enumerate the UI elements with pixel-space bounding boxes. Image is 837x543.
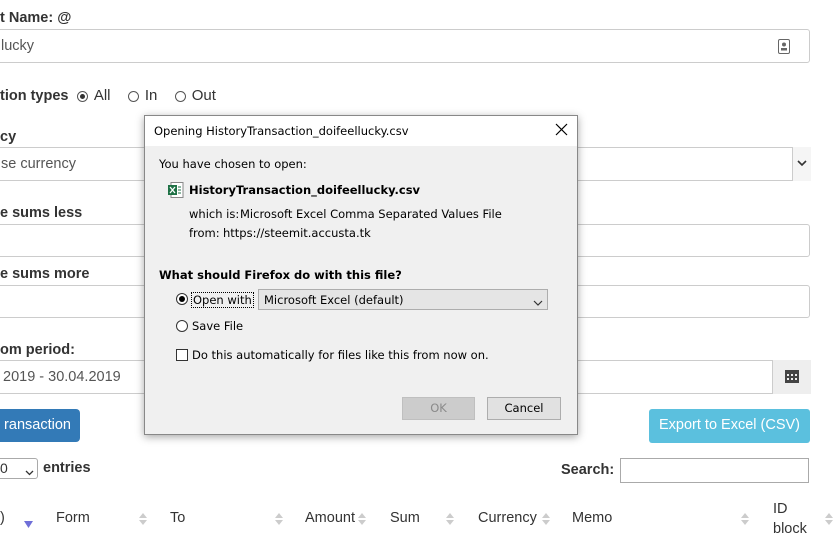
type-in-label: In [144,87,158,104]
sort-icon[interactable] [825,512,833,526]
sort-icon[interactable] [275,512,283,526]
dialog-question: What should Firefox do with this file? [159,268,402,282]
sort-icon[interactable] [741,512,749,526]
entries-label: entries [43,460,91,476]
auto-label[interactable]: Do this automatically for files like thi… [192,348,489,362]
sort-icon[interactable] [358,512,366,526]
chosen-text: You have chosen to open: [159,157,307,171]
sort-icon[interactable] [446,512,454,526]
save-file-label[interactable]: Save File [192,319,243,333]
open-with-label[interactable]: Open with [191,292,254,308]
type-out-radio[interactable] [174,91,186,102]
period-label: om period: [0,342,75,358]
account-name-label: t Name: @ [0,10,72,26]
from-value: https://steemit.accusta.tk [223,226,371,240]
open-with-radio[interactable] [176,293,188,305]
column-header-to[interactable]: To [170,510,185,526]
chevron-down-icon [25,464,34,481]
excel-file-icon [168,182,184,201]
currency-label: cy [0,129,17,145]
sums-less-label: e sums less [0,205,83,221]
from-label: from: [189,226,220,240]
type-all-radio[interactable] [76,91,88,102]
entries-value: 0 [0,460,8,476]
export-excel-button[interactable]: Export to Excel (CSV) [649,409,810,443]
chevron-down-icon [533,296,543,310]
account-name-value: lucky [1,38,35,54]
which-is-value: Microsoft Excel Comma Separated Values F… [240,207,502,221]
column-header-memo[interactable]: Memo [572,510,612,526]
column-header-block: block [773,521,807,537]
search-input[interactable] [620,458,809,483]
open-with-app-value: Microsoft Excel (default) [264,293,404,307]
column-header-amount[interactable]: Amount [305,510,355,526]
close-icon[interactable] [555,123,568,139]
which-is-label: which is: [189,207,240,221]
column-header-partial[interactable]: ) [0,510,5,526]
contact-card-icon [778,39,790,58]
period-value: 2019 - 30.04.2019 [3,369,121,385]
sort-desc-icon[interactable] [24,516,33,533]
dialog-titlebar: Opening HistoryTransaction_doifeellucky.… [145,116,577,146]
dialog-title: Opening HistoryTransaction_doifeellucky.… [154,124,409,138]
search-label: Search: [561,462,615,478]
ok-button[interactable]: OK [402,397,475,420]
type-out-label: Out [191,87,216,104]
open-with-app-select[interactable]: Microsoft Excel (default) [258,289,548,310]
sums-more-label: e sums more [0,266,90,282]
sort-icon[interactable] [542,512,550,526]
type-all-label: All [93,87,111,104]
column-header-currency[interactable]: Currency [478,510,537,526]
transaction-types-label: tion types [0,88,69,104]
column-header-sum[interactable]: Sum [390,510,420,526]
account-name-input[interactable]: lucky [0,29,810,63]
sort-icon[interactable] [139,512,147,526]
column-header-form[interactable]: Form [56,510,90,526]
transaction-button[interactable]: ransaction [0,409,80,442]
download-dialog: Opening HistoryTransaction_doifeellucky.… [144,115,578,435]
calendar-icon[interactable] [772,360,811,394]
transaction-types-row: tion types All In Out [0,87,216,104]
save-file-radio[interactable] [176,320,188,332]
cancel-button[interactable]: Cancel [487,397,561,420]
currency-placeholder: se currency [1,156,76,172]
column-header-id[interactable]: ID [773,501,788,517]
auto-checkbox[interactable] [176,349,188,361]
dialog-filename: HistoryTransaction_doifeellucky.csv [189,183,421,197]
entries-select[interactable]: 0 [0,458,38,479]
type-in-radio[interactable] [127,91,139,102]
chevron-down-icon[interactable] [792,147,811,181]
